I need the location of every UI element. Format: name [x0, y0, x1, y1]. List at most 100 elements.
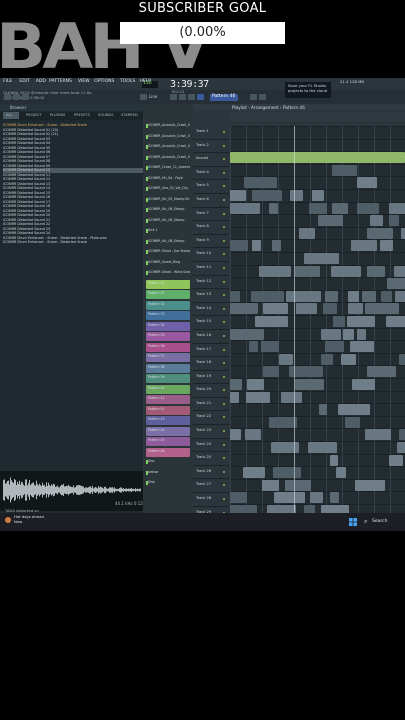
search-icon[interactable]: ⌕ [364, 518, 367, 526]
track-mute-icon[interactable] [223, 321, 225, 324]
playlist-clip[interactable] [310, 492, 323, 504]
playlist-clip[interactable] [259, 265, 291, 277]
playlist-track-header[interactable]: Track 4 [193, 167, 229, 181]
play-icon[interactable] [4, 94, 11, 100]
picker-channel[interactable]: ICONRR_Hh_Sd - Faye [146, 175, 192, 186]
picker-pattern[interactable]: Pattern 35 [146, 332, 192, 343]
picker-pattern[interactable]: Pattern 39 [146, 374, 192, 385]
picker-channel[interactable]: ICONRR_Sna_05_Vdr_Dry [146, 185, 192, 196]
playlist-clip[interactable] [321, 328, 341, 340]
playlist-clip[interactable] [230, 303, 258, 315]
picker-pattern[interactable]: Pattern 33 [146, 311, 192, 322]
playlist-timeline-ruler[interactable] [230, 112, 405, 122]
playlist-clip[interactable] [243, 467, 265, 479]
playlist-clip[interactable] [367, 366, 396, 378]
playlist-clip[interactable] [357, 328, 366, 340]
picker-channel[interactable]: ICONRR_Acoustic_Crash_01 [146, 122, 192, 133]
playlist-clip[interactable] [255, 316, 288, 327]
playlist-clip[interactable] [386, 316, 405, 327]
record-icon[interactable] [22, 94, 29, 100]
playlist-track-header[interactable]: Track 1 [193, 126, 229, 140]
picker-channel[interactable]: ICONRR_Acoustic_Crash_04 [146, 154, 192, 165]
playlist-track-header[interactable]: Track 26 [193, 466, 229, 480]
playlist-clip[interactable] [325, 341, 344, 353]
picker-pattern[interactable]: Pattern 46 [146, 447, 192, 459]
playlist-clip[interactable] [290, 190, 303, 201]
browser-tab-all[interactable]: ALL [6, 113, 12, 117]
playlist-track-header[interactable]: Track 14 [193, 303, 229, 317]
playlist-clip[interactable] [325, 290, 338, 302]
playlist-clip[interactable] [252, 190, 282, 201]
playlist-clip[interactable] [357, 202, 379, 214]
cut-icon[interactable] [250, 94, 257, 100]
browser-tab-project[interactable]: PROJECT [26, 113, 42, 117]
mixer-icon[interactable] [170, 94, 177, 100]
playlist-clip[interactable] [332, 164, 357, 176]
playlist-clip[interactable] [347, 316, 375, 327]
playlist-track-header[interactable]: Track 28 [193, 493, 229, 507]
playlist-clip[interactable] [269, 202, 278, 214]
playlist-clip[interactable] [230, 240, 248, 252]
playlist-track-header[interactable]: Track 22 [193, 411, 229, 426]
playlist-clip[interactable] [321, 353, 333, 365]
piano-roll-icon[interactable] [179, 94, 186, 100]
playlist-track-header[interactable]: Track 17 [193, 344, 229, 358]
playlist-clip[interactable] [279, 353, 293, 365]
playlist-clip[interactable] [247, 379, 264, 390]
playlist-track-header[interactable]: Track 16 [193, 330, 229, 344]
playlist-clip[interactable] [394, 265, 405, 277]
browser-tab-presets[interactable]: PRESETS [74, 113, 90, 117]
draw-icon[interactable] [259, 94, 266, 100]
playlist-clip[interactable] [304, 253, 339, 264]
weather-widget[interactable]: Hot days ahead Now [14, 514, 44, 525]
playlist-clip[interactable] [352, 379, 375, 390]
playlist-clip[interactable] [336, 467, 346, 479]
playlist-clip[interactable] [246, 391, 270, 403]
weather-icon[interactable] [5, 517, 11, 523]
playlist-clip[interactable] [312, 190, 324, 201]
track-mute-icon[interactable] [223, 198, 225, 201]
track-mute-icon[interactable] [223, 185, 225, 188]
playhead[interactable] [294, 126, 295, 516]
playlist-clip[interactable] [285, 479, 311, 491]
playlist-track-header[interactable]: Track 13 [193, 289, 229, 303]
playlist-clip[interactable] [348, 303, 363, 315]
playlist-clip[interactable] [341, 353, 356, 365]
browser-tab-starred[interactable]: STARRED [121, 113, 138, 117]
picker-pattern[interactable]: Pattern 31 [146, 290, 192, 301]
playlist-track-header[interactable]: Track 19 [193, 371, 229, 385]
playlist-clip[interactable] [244, 177, 277, 189]
playlist-track-header[interactable]: Track 24 [193, 439, 229, 453]
playlist-clip[interactable] [230, 290, 240, 302]
picker-channel[interactable]: ICONRR_Acoustic_Crash_03 [146, 143, 192, 154]
playlist-clip[interactable] [380, 240, 393, 252]
playlist-track-header[interactable]: Track 21 [193, 398, 229, 412]
playlist-clip[interactable] [367, 227, 393, 239]
playlist-track-header[interactable]: Track 6 [193, 194, 229, 208]
playlist-clip[interactable] [331, 265, 361, 277]
playlist-clip[interactable] [381, 290, 392, 302]
playlist-track-header[interactable]: Track 7 [193, 208, 229, 222]
playlist-clip[interactable] [387, 278, 405, 290]
windows-start-icon[interactable] [349, 518, 357, 526]
playlist-clip[interactable] [295, 379, 324, 390]
track-mute-icon[interactable] [223, 266, 225, 269]
playlist-clip[interactable] [365, 429, 391, 441]
playlist-grid[interactable] [230, 126, 405, 516]
playlist-clip[interactable] [350, 341, 374, 353]
playlist-clip[interactable] [299, 227, 315, 239]
channel-rack-icon[interactable] [188, 94, 195, 100]
picker-pattern[interactable]: Pattern 30 [146, 279, 192, 291]
playlist-track-header[interactable]: Track 25 [193, 452, 229, 466]
playlist-clip[interactable] [332, 202, 348, 214]
playlist-clip[interactable] [397, 442, 405, 453]
playlist-clip[interactable] [296, 303, 317, 315]
playlist-clip[interactable] [281, 391, 302, 403]
playlist-clip[interactable] [318, 215, 343, 227]
playlist-clip[interactable] [230, 379, 242, 390]
playlist-clip[interactable] [389, 202, 405, 214]
playlist-clip[interactable] [249, 341, 258, 353]
taskbar-search[interactable]: Search [372, 519, 387, 524]
playlist-clip[interactable] [389, 454, 403, 466]
playlist-clip[interactable] [230, 202, 260, 214]
